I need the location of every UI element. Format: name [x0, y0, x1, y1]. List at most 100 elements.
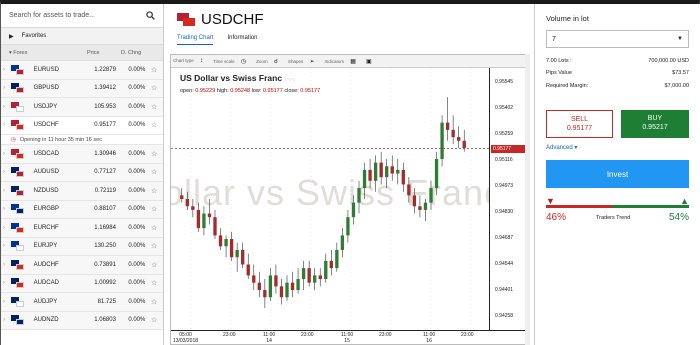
favorites-section[interactable]: ▶ Favorites	[1, 28, 163, 45]
time-scale-button[interactable]: Time scale ◷	[213, 58, 251, 65]
shapes-button[interactable]: Shapes ➢	[288, 58, 320, 65]
chevron-icon[interactable]: ›	[1, 243, 8, 249]
chevron-icon[interactable]: ›	[1, 169, 8, 175]
price-column[interactable]: Price	[87, 50, 121, 56]
candle-body	[462, 140, 466, 149]
star-icon[interactable]: ☆	[145, 224, 163, 232]
instrument-row[interactable]: › USDCAD 1.30946 0.00% ☆	[1, 145, 163, 164]
star-icon[interactable]: ☆	[145, 66, 163, 74]
tab-trading-chart[interactable]: Trading Chart	[177, 35, 214, 45]
star-icon[interactable]: ☆	[145, 84, 163, 92]
chevron-icon[interactable]: ›	[1, 262, 8, 268]
time-tick-label: 23:00	[461, 332, 474, 338]
instrument-row[interactable]: › AUDCHF 0.73891 0.00% ☆	[1, 256, 163, 275]
candle-body	[224, 239, 228, 247]
star-icon[interactable]: ☆	[145, 103, 163, 111]
instrument-symbol: USDCAD	[33, 150, 59, 157]
expand-triangle-icon[interactable]: ▶	[9, 33, 14, 40]
change-column[interactable]: D. Chng	[121, 50, 141, 56]
time-axis: 05:00 13/03/2018 23:00 11:00 14 23:00 11:00 15 2…	[171, 330, 527, 345]
chevron-icon[interactable]: ›	[1, 188, 8, 194]
drawing-icon[interactable]: ▣	[366, 58, 372, 65]
candle-body	[445, 122, 450, 130]
instrument-row[interactable]: › GBPUSD 1.39412 0.00% ☆	[1, 79, 163, 98]
search-input[interactable]: Search for assets to trade...	[9, 12, 146, 19]
volume-value: 7	[552, 35, 556, 43]
clock-icon: ◷	[240, 58, 247, 65]
chevron-icon[interactable]: ›	[1, 280, 8, 286]
currency-flag-icon	[10, 296, 24, 307]
star-icon[interactable]: ☆	[145, 298, 163, 306]
star-icon[interactable]: ☆	[145, 187, 163, 195]
forex-column[interactable]: ▾ Forex	[1, 50, 87, 56]
instrument-row[interactable]: › EURJPY 130.250 0.00% ☆	[1, 237, 163, 256]
indicators-button[interactable]: Indicators ▦	[325, 58, 361, 65]
instrument-symbol: AUDNZD	[33, 317, 59, 324]
chevron-down-icon[interactable]: ▼	[677, 36, 683, 42]
currency-flag-icon	[10, 315, 24, 326]
star-icon[interactable]: ☆	[145, 242, 163, 250]
instrument-row[interactable]: › AUDUSD 0.77127 0.00% ☆	[1, 163, 163, 182]
advanced-toggle[interactable]: Advanced ▾	[546, 144, 577, 151]
price-tick-label: 0.94401	[495, 286, 514, 293]
instrument-row[interactable]: › AUDJPY 81.725 0.00% ☆	[1, 293, 163, 312]
candlestick-series	[171, 68, 489, 330]
volume-select[interactable]: 7 ▼	[546, 30, 689, 48]
instrument-row[interactable]: › EURUSD 1.22879 0.00% ☆	[1, 61, 163, 80]
candle-body	[357, 188, 361, 203]
chevron-icon[interactable]: ›	[1, 67, 8, 73]
instrument-row[interactable]: › AUDCAD 1.00992 0.00% ☆	[1, 274, 163, 293]
candle-body	[401, 169, 405, 185]
invest-button[interactable]: Invest	[546, 160, 689, 188]
star-icon[interactable]: ☆	[145, 205, 163, 213]
chevron-icon[interactable]: ›	[1, 151, 8, 157]
instrument-price: 1.30946	[94, 150, 116, 157]
chevron-icon[interactable]: ›	[1, 122, 8, 128]
zoom-button[interactable]: Zoom ☌	[256, 58, 283, 65]
star-icon[interactable]: ☆	[145, 316, 163, 324]
traders-trend-label: Traders Trend	[596, 215, 631, 221]
chart-area: USDCHF Trading Chart Information Chart t…	[165, 4, 530, 345]
candle-body	[396, 169, 400, 174]
chart-plot[interactable]: ollar vs Swiss Franc US Dollar vs Swiss …	[171, 68, 489, 330]
chevron-icon[interactable]: ›	[1, 85, 8, 91]
star-icon[interactable]: ☆	[145, 150, 163, 158]
currency-flag-icon	[10, 167, 24, 178]
tab-information[interactable]: Information	[227, 35, 257, 44]
buy-button[interactable]: BUY 0.95217	[621, 110, 689, 138]
candle-body	[368, 169, 372, 181]
required-margin-row: Required Margin: $7,000.00	[546, 83, 689, 89]
chevron-icon[interactable]: ›	[1, 206, 8, 212]
candle-body	[318, 275, 322, 280]
instrument-row[interactable]: › AUDNZD 1.06803 0.00% ☆	[1, 311, 163, 330]
chart-scrollbar[interactable]	[525, 54, 530, 345]
candle-body	[246, 264, 250, 276]
chevron-icon[interactable]: ›	[1, 317, 8, 323]
star-icon[interactable]: ☆	[145, 279, 163, 287]
chevron-icon[interactable]: ›	[1, 225, 8, 231]
sell-button[interactable]: SELL 0.95177	[546, 110, 613, 138]
instrument-panel: Search for assets to trade... ▶ Favorite…	[1, 4, 164, 345]
star-icon[interactable]: ☆	[145, 168, 163, 176]
candle-body	[412, 195, 417, 207]
star-icon[interactable]: ☆	[145, 261, 163, 269]
star-icon[interactable]: ☆	[145, 121, 163, 129]
instrument-row[interactable]: › EURGBP 0.88107 0.00% ☆	[1, 200, 163, 219]
market-opening-notice: ◷ Opening in 11 hour 35 min 16 sec	[1, 135, 163, 145]
search-bar[interactable]: Search for assets to trade...	[1, 4, 163, 28]
chart-type-button[interactable]: Chart type ↕	[173, 58, 208, 64]
chevron-icon[interactable]: ›	[1, 299, 8, 305]
buy-label: BUY	[647, 115, 663, 122]
instrument-row[interactable]: › EURCHF 1.16984 0.00% ☆	[1, 219, 163, 238]
chevron-icon[interactable]: ›	[1, 104, 8, 110]
instrument-row[interactable]: › USDCHF 0.95177 0.00% ☆	[1, 116, 163, 135]
instrument-change: 0.00%	[128, 187, 146, 194]
instrument-row[interactable]: › NZDUSD 0.72119 0.00% ☆	[1, 182, 163, 201]
price-tick-label: 0.95116	[495, 156, 513, 163]
instrument-symbol: USDJPY	[33, 103, 58, 110]
instrument-row[interactable]: › USDJPY 105.953 0.00% ☆	[1, 98, 163, 117]
search-icon[interactable]	[146, 11, 155, 20]
instrument-change: 0.00%	[128, 85, 146, 92]
instrument-symbol: AUDJPY	[33, 298, 58, 305]
candle-body	[346, 217, 350, 236]
